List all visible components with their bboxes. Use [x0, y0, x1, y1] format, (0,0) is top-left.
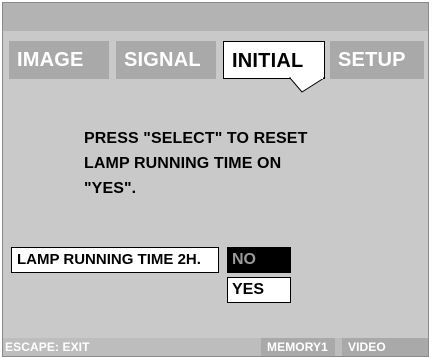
reset-instruction-text: PRESS "SELECT" TO RESET LAMP RUNNING TIM… — [84, 126, 324, 201]
option-yes[interactable]: YES — [227, 277, 291, 303]
message-line: LAMP RUNNING TIME ON — [84, 155, 282, 172]
tab-image[interactable]: IMAGE — [9, 41, 109, 79]
lamp-running-time-value: 2H. — [177, 251, 201, 268]
video-input-indicator: VIDEO — [342, 338, 428, 356]
message-line: PRESS "SELECT" TO RESET — [84, 130, 308, 147]
top-strip — [3, 3, 428, 31]
tab-initial[interactable]: INITIAL — [223, 41, 325, 79]
escape-exit-hint: ESCAPE: EXIT — [5, 340, 90, 354]
status-footer: ESCAPE: EXIT MEMORY1 VIDEO — [3, 338, 428, 356]
lamp-running-time-label: LAMP RUNNING TIME — [17, 251, 174, 268]
lamp-running-time-field: LAMP RUNNING TIME 2H. — [11, 247, 219, 273]
message-line: "YES". — [84, 180, 137, 197]
initial-menu-panel: IMAGE SIGNAL INITIAL SETUP PRESS "SELECT… — [2, 2, 429, 357]
osd-screen: IMAGE SIGNAL INITIAL SETUP PRESS "SELECT… — [0, 0, 433, 358]
memory-indicator: MEMORY1 — [261, 338, 335, 356]
tab-setup[interactable]: SETUP — [330, 41, 424, 79]
option-no[interactable]: NO — [227, 247, 291, 273]
tab-signal[interactable]: SIGNAL — [116, 41, 216, 79]
active-tab-pointer-icon — [288, 77, 326, 93]
